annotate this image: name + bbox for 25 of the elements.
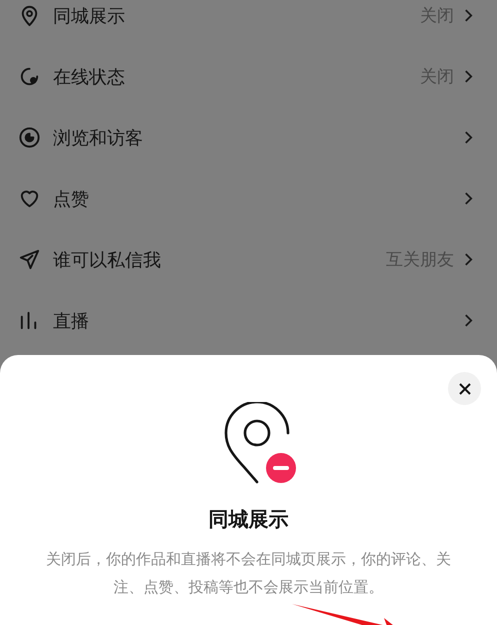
close-button[interactable] [448, 372, 481, 405]
sheet-title: 同城展示 [208, 506, 288, 533]
chevron-icon [464, 8, 473, 23]
chevron-icon [464, 252, 473, 267]
sheet-description: 关闭后，你的作品和直播将不会在同城页展示，你的评论、关注、点赞、投稿等也不会展示当前位置。 [45, 549, 452, 598]
chevron-icon [464, 130, 473, 145]
settings-item[interactable]: 直播 [0, 290, 497, 351]
eye-icon [19, 127, 40, 148]
close-icon [458, 382, 472, 396]
settings-item[interactable]: 点赞 [0, 168, 497, 229]
item-label: 直播 [53, 310, 90, 332]
send-icon [20, 250, 40, 270]
item-label: 点赞 [53, 188, 90, 210]
chevron-icon [464, 191, 473, 206]
heart-icon [20, 190, 38, 208]
online-status-icon [20, 68, 38, 86]
chevron-icon [464, 313, 473, 328]
item-label: 在线状态 [53, 66, 126, 88]
bars-icon [20, 312, 36, 330]
chevron-icon [464, 69, 473, 84]
location-pin-icon [22, 6, 38, 26]
item-label: 谁可以私信我 [53, 248, 162, 272]
settings-item[interactable]: 浏览和访客 [0, 107, 497, 168]
item-label: 同城展示 [53, 4, 126, 28]
item-label: 浏览和访客 [53, 126, 144, 150]
